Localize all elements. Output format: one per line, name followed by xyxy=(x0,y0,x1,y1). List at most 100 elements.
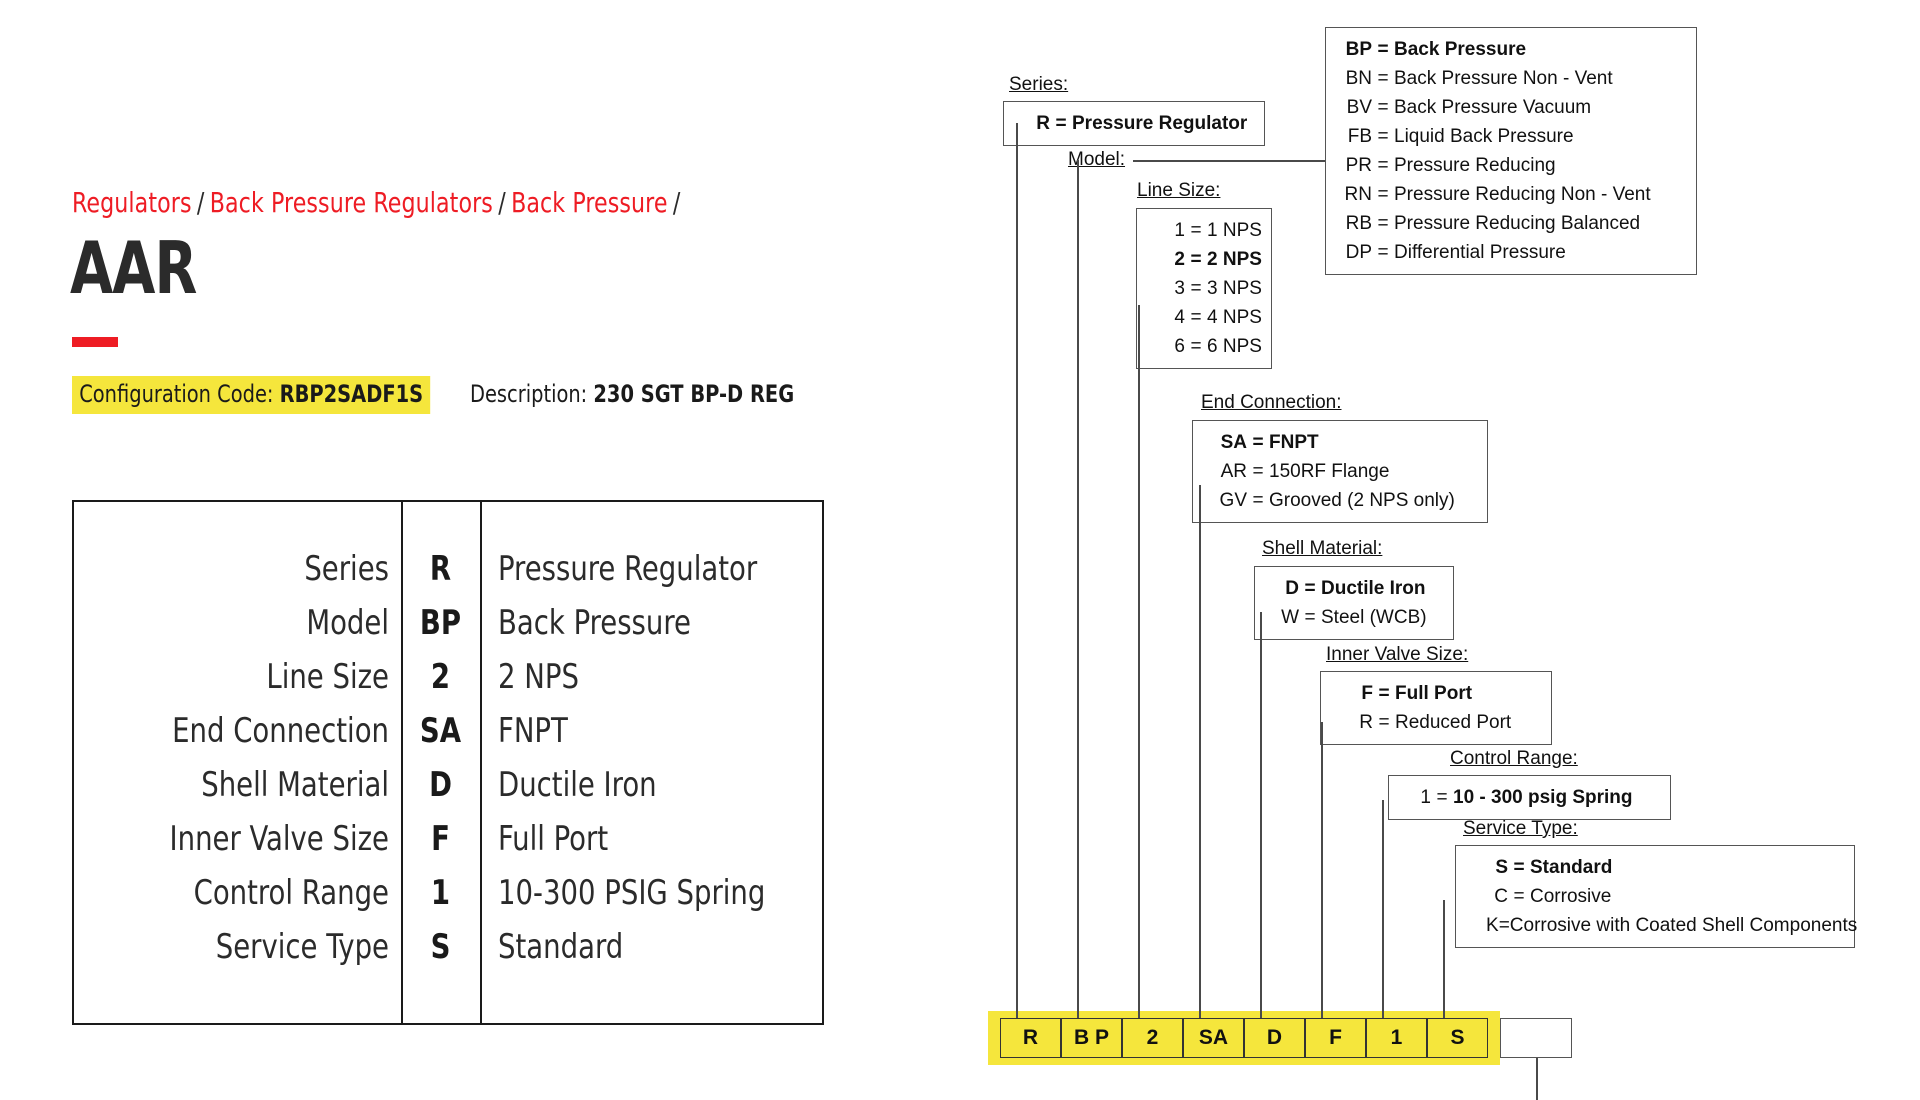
leader-line-4 xyxy=(1260,612,1262,1018)
option-equals: = xyxy=(1377,155,1389,176)
option-row[interactable]: FB = Liquid Back Pressure xyxy=(1326,122,1696,151)
option-code: GV xyxy=(1219,490,1247,511)
options-box-end-connection: SA = FNPT AR = 150RF Flange GV = Grooved (2 NPS … xyxy=(1192,420,1488,523)
option-code: SA xyxy=(1220,432,1247,453)
option-equals: = xyxy=(1436,787,1448,808)
code-cell-1[interactable]: B P xyxy=(1061,1018,1122,1058)
option-description: Pressure Regulator xyxy=(1072,113,1248,134)
group-label-shell-material: Shell Material: xyxy=(1262,538,1383,559)
option-description: Pressure Reducing Non - Vent xyxy=(1394,184,1651,205)
code-cell-3[interactable]: SA xyxy=(1183,1018,1244,1058)
option-description: Corrosive xyxy=(1530,886,1612,907)
option-equals: = xyxy=(1252,490,1264,511)
option-description: 150RF Flange xyxy=(1269,461,1390,482)
leader-line-0 xyxy=(1016,123,1018,1018)
option-row[interactable]: R = Pressure Regulator xyxy=(1004,109,1264,138)
option-row[interactable]: PR = Pressure Reducing xyxy=(1326,151,1696,180)
group-label-line-size: Line Size: xyxy=(1137,180,1221,201)
option-equals: = xyxy=(1252,461,1264,482)
leader-line-trailing xyxy=(1536,1058,1538,1100)
option-code: BP xyxy=(1345,39,1372,60)
option-row[interactable]: W = Steel (WCB) xyxy=(1255,603,1453,632)
option-equals: = xyxy=(1498,915,1510,936)
option-description: 10 - 300 psig Spring xyxy=(1453,787,1633,808)
option-equals: = xyxy=(1378,683,1390,704)
option-row[interactable]: F = Full Port xyxy=(1321,679,1551,708)
option-code: BV xyxy=(1346,97,1372,118)
code-cell-empty[interactable] xyxy=(1500,1018,1572,1058)
group-label-inner-valve-size: Inner Valve Size: xyxy=(1326,644,1469,665)
option-row[interactable]: 6 = 6 NPS xyxy=(1137,332,1271,361)
option-row[interactable]: BN = Back Pressure Non - Vent xyxy=(1326,64,1696,93)
option-code: 1 xyxy=(1420,787,1431,808)
option-description: 6 NPS xyxy=(1207,336,1262,357)
group-label-series: Series: xyxy=(1009,74,1069,95)
option-row[interactable]: 1 = 10 - 300 psig Spring xyxy=(1389,783,1670,812)
option-row[interactable]: BV = Back Pressure Vacuum xyxy=(1326,93,1696,122)
group-label-end-connection: End Connection: xyxy=(1201,392,1342,413)
model-connector-line xyxy=(1133,160,1325,162)
option-row[interactable]: K = Corrosive with Coated Shell Components xyxy=(1456,911,1858,940)
option-description: Pressure Reducing Balanced xyxy=(1394,213,1641,234)
option-equals: = xyxy=(1377,68,1389,89)
options-box-inner-valve-size: F = Full Port R = Reduced Port xyxy=(1320,671,1552,745)
option-description: Corrosive with Coated Shell Components xyxy=(1509,915,1858,936)
option-code: 6 xyxy=(1174,336,1185,357)
code-cell-0[interactable]: R xyxy=(1000,1018,1061,1058)
code-cell-4[interactable]: D xyxy=(1244,1018,1305,1058)
options-box-series: R = Pressure Regulator xyxy=(1003,101,1265,146)
option-equals: = xyxy=(1190,307,1202,328)
option-row[interactable]: R = Reduced Port xyxy=(1321,708,1551,737)
option-description: Back Pressure Vacuum xyxy=(1394,97,1592,118)
leader-line-6 xyxy=(1382,800,1384,1018)
option-row[interactable]: GV = Grooved (2 NPS only) xyxy=(1193,486,1487,515)
option-row[interactable]: C = Corrosive xyxy=(1456,882,1854,911)
option-code: 4 xyxy=(1174,307,1185,328)
option-code: D xyxy=(1285,578,1299,599)
option-code: C xyxy=(1494,886,1508,907)
code-cell-6[interactable]: 1 xyxy=(1366,1018,1427,1058)
option-equals: = xyxy=(1055,113,1067,134)
option-row[interactable]: 1 = 1 NPS xyxy=(1137,216,1271,245)
options-box-line-size: 1 = 1 NPS 2 = 2 NPS 3 = 3 NPS 4 = 4 NPS 6 = 6 NPS xyxy=(1136,208,1272,369)
option-row[interactable]: BP = Back Pressure xyxy=(1326,35,1696,64)
option-equals: = xyxy=(1513,886,1525,907)
option-row[interactable]: DP = Differential Pressure xyxy=(1326,238,1696,267)
option-equals: = xyxy=(1377,97,1389,118)
configuration-code-diagram: Series: R = Pressure Regulator Model: BP = Back… xyxy=(0,0,1920,1100)
option-code: PR xyxy=(1345,155,1372,176)
leader-line-3 xyxy=(1199,485,1201,1018)
option-row[interactable]: AR = 150RF Flange xyxy=(1193,457,1487,486)
option-equals: = xyxy=(1252,432,1264,453)
option-description: Full Port xyxy=(1395,683,1473,704)
option-row[interactable]: RN = Pressure Reducing Non - Vent xyxy=(1326,180,1696,209)
option-code: AR xyxy=(1220,461,1247,482)
code-cell-7[interactable]: S xyxy=(1427,1018,1488,1058)
option-equals: = xyxy=(1190,336,1202,357)
product-configurator-page: Regulators / Back Pressure Regulators / Back… xyxy=(0,0,1920,1100)
option-row[interactable]: S = Standard xyxy=(1456,853,1854,882)
option-description: Reduced Port xyxy=(1395,712,1512,733)
option-equals: = xyxy=(1377,242,1389,263)
option-description: Liquid Back Pressure xyxy=(1394,126,1574,147)
option-row[interactable]: SA = FNPT xyxy=(1193,428,1487,457)
option-description: Ductile Iron xyxy=(1321,578,1426,599)
code-cell-5[interactable]: F xyxy=(1305,1018,1366,1058)
option-row[interactable]: D = Ductile Iron xyxy=(1255,574,1453,603)
option-description: 2 NPS xyxy=(1207,249,1262,270)
option-row[interactable]: 4 = 4 NPS xyxy=(1137,303,1271,332)
option-row[interactable]: 3 = 3 NPS xyxy=(1137,274,1271,303)
group-label-control-range: Control Range: xyxy=(1450,748,1578,769)
option-description: FNPT xyxy=(1269,432,1319,453)
option-code: RN xyxy=(1344,184,1372,205)
option-row[interactable]: 2 = 2 NPS xyxy=(1137,245,1271,274)
option-description: Grooved (2 NPS only) xyxy=(1269,490,1455,511)
option-row[interactable]: RB = Pressure Reducing Balanced xyxy=(1326,209,1696,238)
option-description: 1 NPS xyxy=(1207,220,1262,241)
code-cell-2[interactable]: 2 xyxy=(1122,1018,1183,1058)
option-equals: = xyxy=(1190,249,1202,270)
option-code: R xyxy=(1359,712,1373,733)
option-code: RB xyxy=(1345,213,1372,234)
option-equals: = xyxy=(1377,126,1389,147)
option-code: R xyxy=(1036,113,1050,134)
